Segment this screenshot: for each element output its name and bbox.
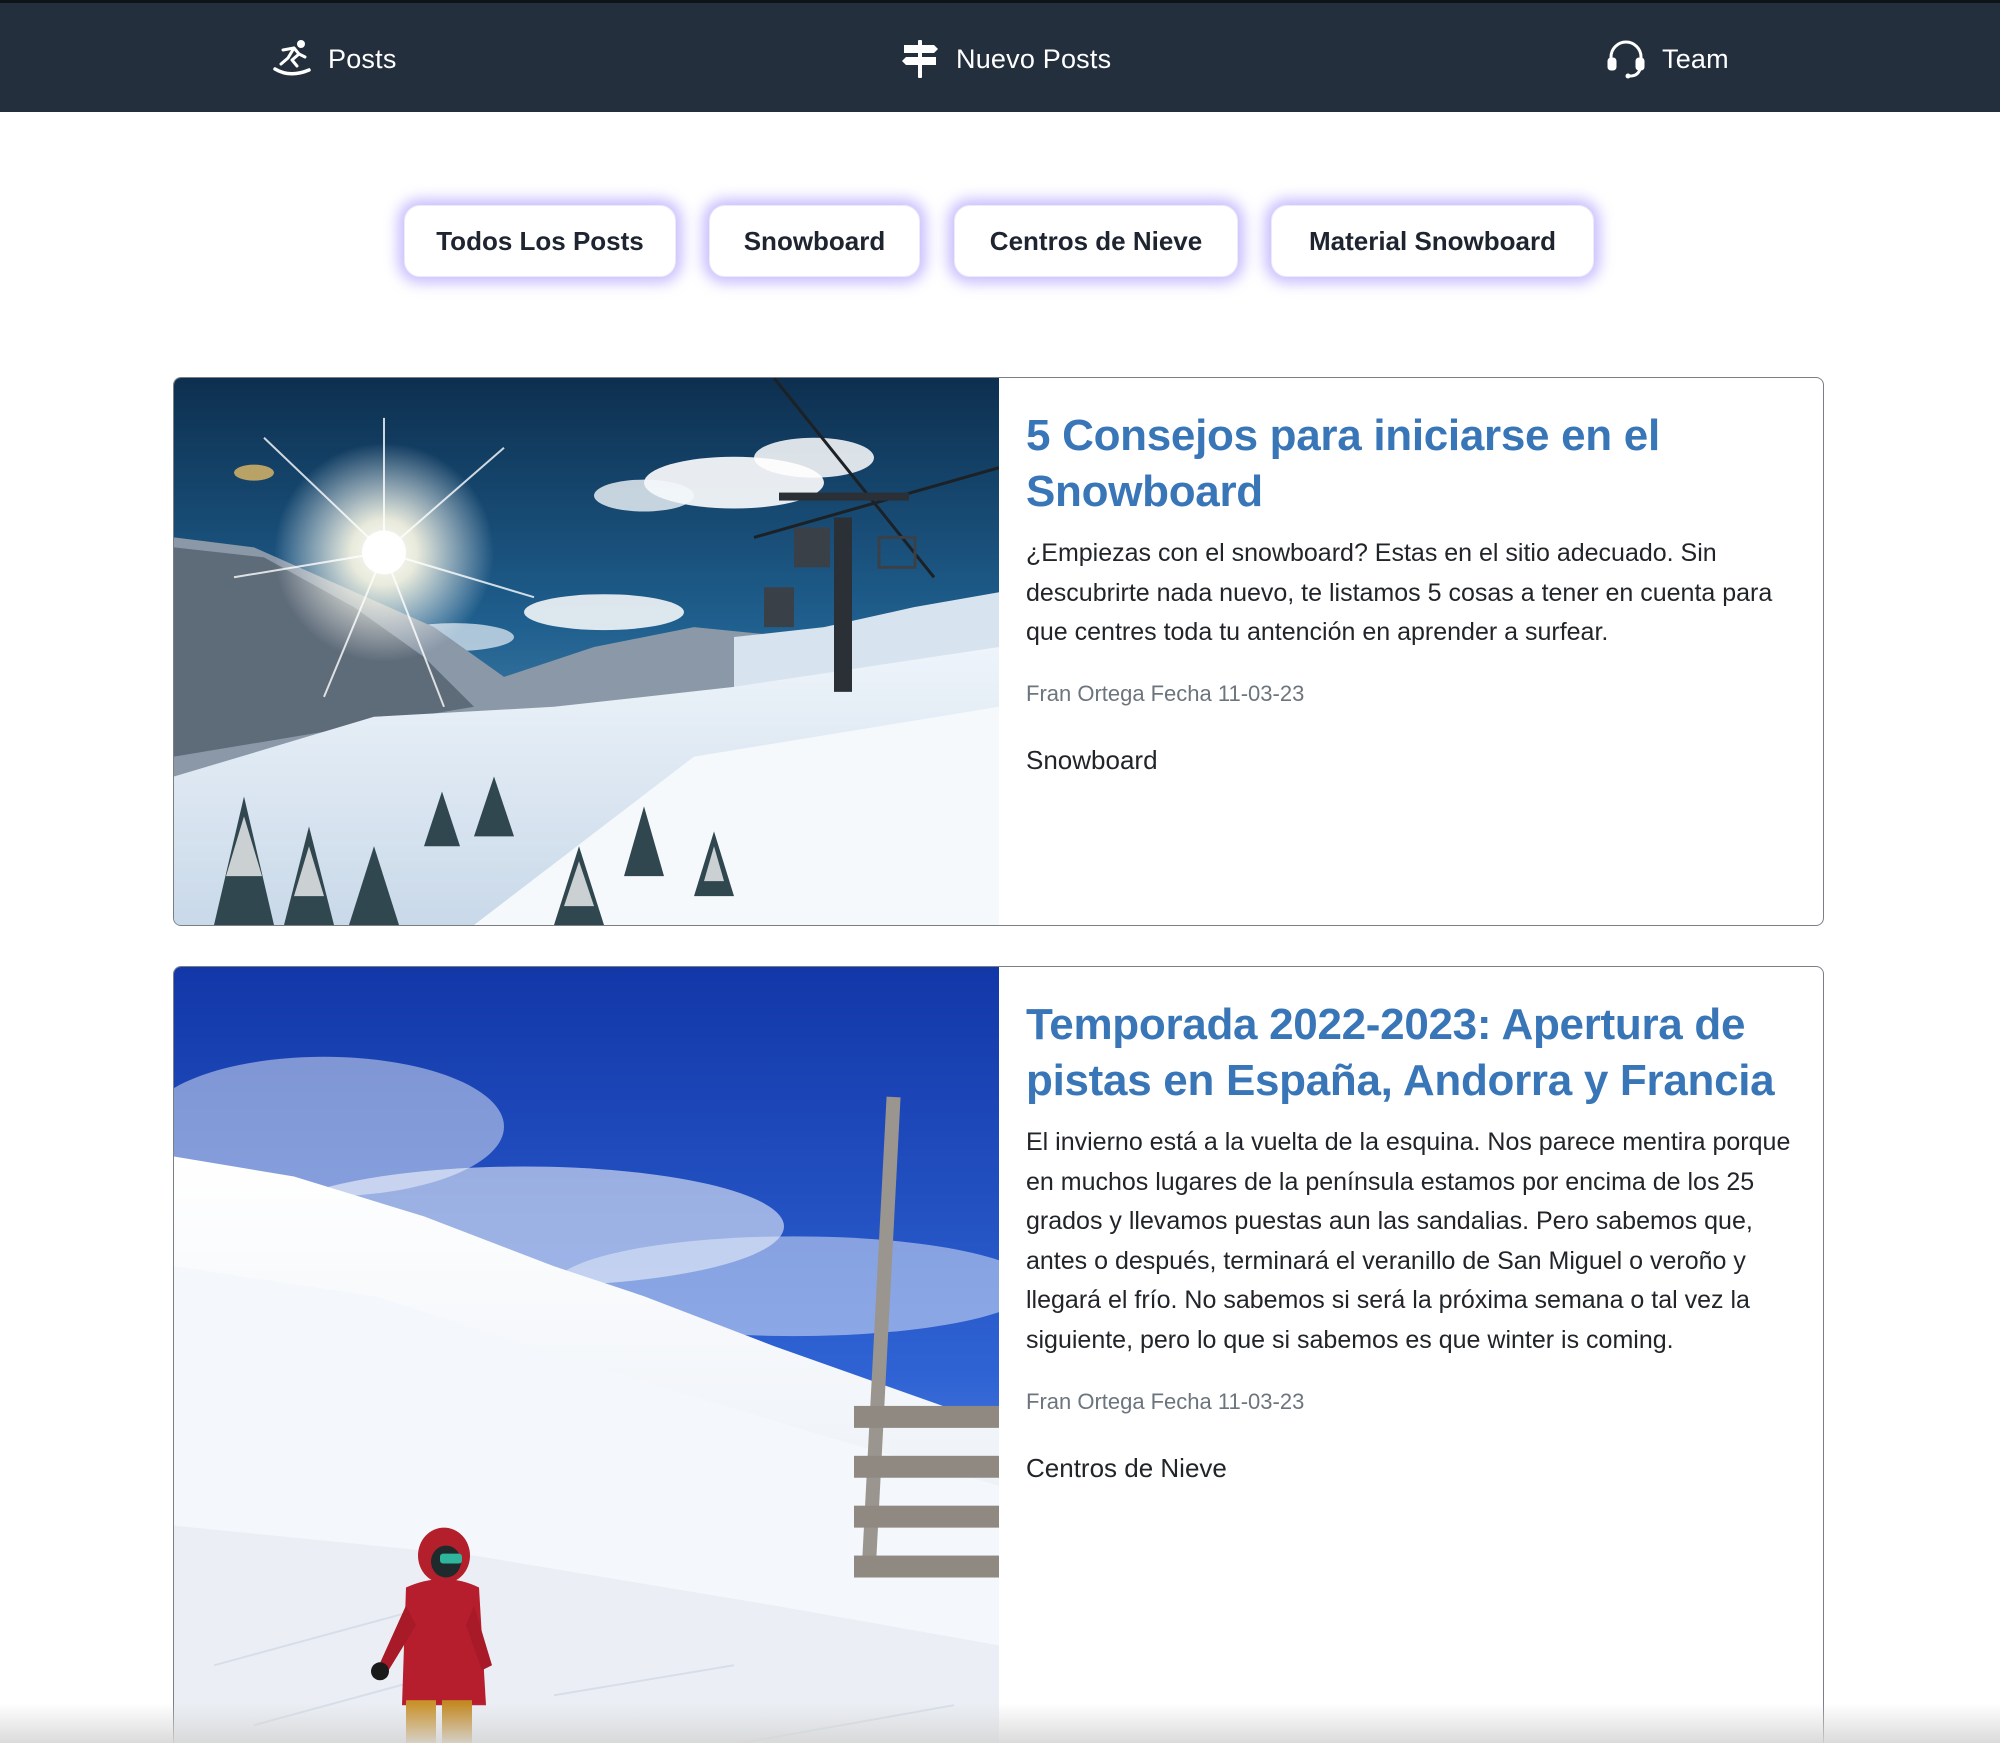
post-card: Temporada 2022-2023: Apertura de pistas … bbox=[173, 966, 1824, 1743]
nav-posts-label: Posts bbox=[328, 43, 397, 74]
page: Posts Nuevo Posts Team Todos Los Posts S… bbox=[0, 0, 2000, 1743]
filter-snowboard-button[interactable]: Snowboard bbox=[709, 205, 920, 277]
post-date: Fecha 11-03-23 bbox=[1150, 680, 1305, 706]
post-card-body: 5 Consejos para iniciarse en el Snowboar… bbox=[1026, 408, 1796, 776]
post-card: 5 Consejos para iniciarse en el Snowboar… bbox=[173, 377, 1824, 926]
post-title-link[interactable]: 5 Consejos para iniciarse en el Snowboar… bbox=[1026, 408, 1796, 520]
post-meta: Fran Ortega Fecha 11-03-23 bbox=[1026, 681, 1796, 707]
post-card-body: Temporada 2022-2023: Apertura de pistas … bbox=[1026, 997, 1796, 1484]
post-author: Fran Ortega bbox=[1026, 680, 1145, 706]
category-filter-bar: Todos Los Posts Snowboard Centros de Nie… bbox=[0, 205, 2000, 277]
filter-material-snowboard-button[interactable]: Material Snowboard bbox=[1271, 205, 1594, 277]
filter-todos-los-posts-button[interactable]: Todos Los Posts bbox=[404, 205, 676, 277]
nav-team-link[interactable]: Team bbox=[1604, 3, 1729, 115]
nav-team-label: Team bbox=[1662, 43, 1729, 74]
nav-posts-link[interactable]: Posts bbox=[270, 3, 397, 115]
nav-nuevo-posts-label: Nuevo Posts bbox=[956, 43, 1112, 74]
snowboarder-icon bbox=[270, 37, 314, 81]
top-navbar: Posts Nuevo Posts Team bbox=[0, 0, 2000, 112]
post-author: Fran Ortega bbox=[1026, 1388, 1145, 1414]
post-category: Snowboard bbox=[1026, 744, 1158, 775]
nav-nuevo-posts-link[interactable]: Nuevo Posts bbox=[898, 3, 1111, 115]
post-title-link[interactable]: Temporada 2022-2023: Apertura de pistas … bbox=[1026, 997, 1796, 1109]
post-category: Centros de Nieve bbox=[1026, 1452, 1227, 1483]
post-meta: Fran Ortega Fecha 11-03-23 bbox=[1026, 1389, 1796, 1415]
post-image-snowboarder bbox=[174, 967, 999, 1743]
post-date: Fecha 11-03-23 bbox=[1150, 1388, 1305, 1414]
headset-icon bbox=[1604, 37, 1648, 81]
post-image-ski-lift bbox=[174, 378, 999, 925]
filter-centros-de-nieve-button[interactable]: Centros de Nieve bbox=[954, 205, 1238, 277]
post-excerpt: ¿Empiezas con el snowboard? Estas en el … bbox=[1026, 539, 1773, 647]
post-excerpt: El invierno está a la vuelta de la esqui… bbox=[1026, 1128, 1791, 1354]
signpost-icon bbox=[898, 37, 942, 81]
